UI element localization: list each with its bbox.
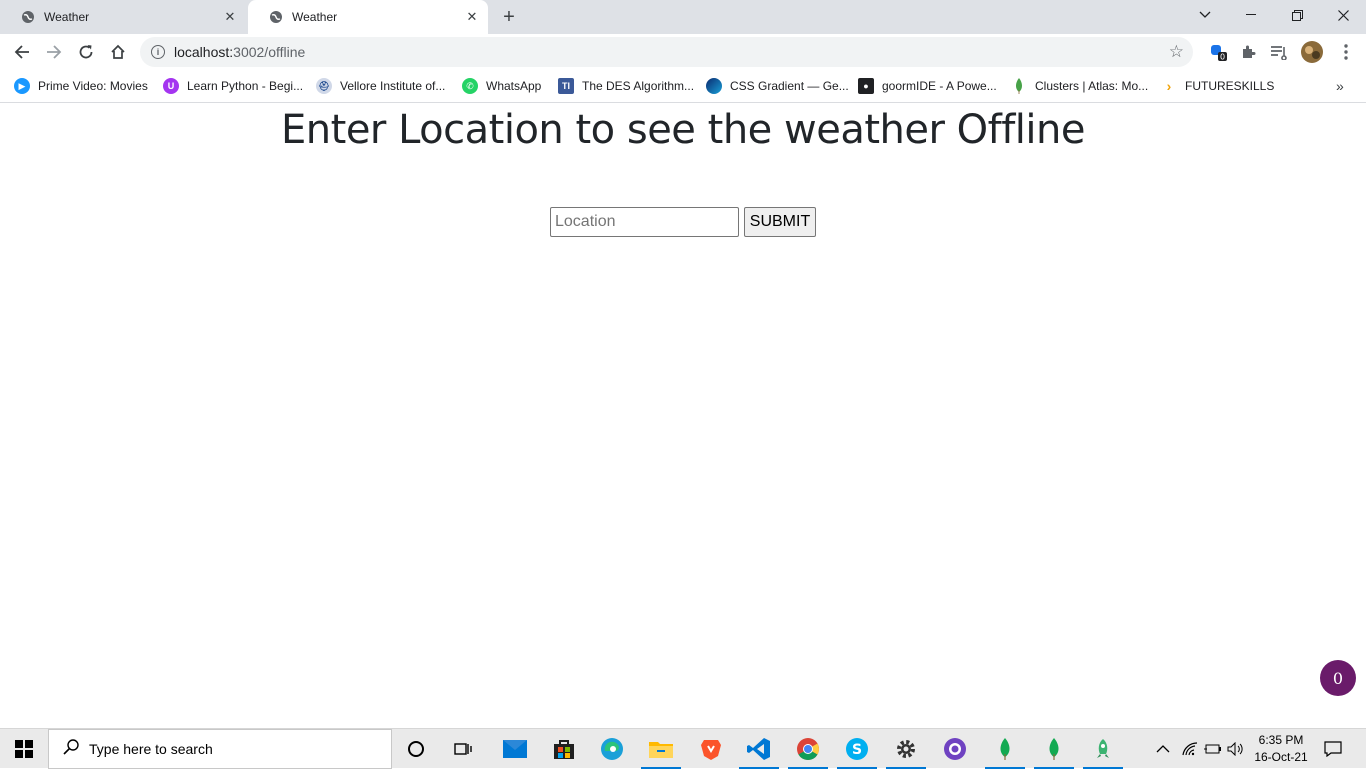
forward-arrow-icon[interactable] [40, 38, 68, 66]
settings-gear-icon[interactable] [883, 733, 929, 769]
bookmark-css-gradient[interactable]: CSS Gradient — Ge... [706, 76, 849, 96]
bookmark-whatsapp[interactable]: ✆ WhatsApp [462, 76, 541, 96]
reading-list-icon[interactable] [1267, 40, 1291, 64]
bookmark-futureskills[interactable]: › FUTURESKILLS [1161, 76, 1275, 96]
search-placeholder: Type here to search [89, 741, 213, 757]
bookmark-atlas-clusters[interactable]: Clusters | Atlas: Mo... [1011, 76, 1148, 96]
mail-icon[interactable] [492, 733, 538, 765]
browser-menu-icon[interactable] [1334, 40, 1358, 64]
restore-button[interactable] [1274, 0, 1320, 30]
svg-text:0: 0 [1220, 53, 1225, 62]
action-center-icon[interactable] [1324, 729, 1342, 769]
windows-start-icon[interactable] [0, 729, 48, 769]
github-desktop-icon[interactable] [932, 733, 978, 765]
profile-avatar[interactable] [1300, 40, 1324, 64]
prime-video-icon: ▶ [14, 78, 30, 94]
tab-weather-2[interactable]: Weather ✕ [248, 0, 488, 34]
bookmark-des-algorithm[interactable]: TI The DES Algorithm... [558, 76, 694, 96]
bookmark-goormide[interactable]: ● goormIDE - A Powe... [858, 76, 997, 96]
close-window-button[interactable] [1320, 0, 1366, 30]
clock-time: 6:35 PM [1258, 733, 1304, 747]
url-text: localhost:3002/offline [174, 44, 306, 60]
search-icon [63, 738, 79, 760]
mongodb-compass-icon[interactable] [982, 733, 1028, 769]
task-view-icon[interactable] [440, 733, 486, 765]
skype-icon[interactable]: S [834, 733, 880, 769]
tab-strip: Weather ✕ Weather ✕ + [0, 0, 1366, 34]
bookmark-learn-python[interactable]: U Learn Python - Begi... [163, 76, 303, 96]
file-explorer-icon[interactable] [638, 733, 684, 769]
cortana-icon[interactable] [393, 733, 439, 765]
brave-icon[interactable] [688, 733, 734, 765]
show-hidden-icons-chevron-icon[interactable] [1156, 729, 1170, 769]
wifi-icon[interactable] [1182, 729, 1198, 769]
vit-icon: ⛑ [316, 78, 332, 94]
clock-date: 16-Oct-21 [1254, 750, 1308, 764]
bookmarks-bar: ▶ Prime Video: Movies U Learn Python - B… [0, 70, 1366, 103]
close-tab-icon[interactable]: ✕ [220, 7, 240, 27]
futureskills-icon: › [1166, 78, 1172, 94]
windows-taskbar: Type here to search S 6:35 PM 16-Oct-21 [0, 728, 1366, 769]
globe-icon [268, 9, 284, 25]
extension-icon[interactable]: 0 [1206, 40, 1230, 64]
notification-badge[interactable]: 0 [1320, 660, 1356, 696]
taskbar-search-box[interactable]: Type here to search [48, 729, 392, 769]
chrome-icon[interactable] [785, 733, 831, 769]
volume-icon[interactable] [1227, 729, 1243, 769]
minimize-button[interactable] [1228, 0, 1274, 30]
whatsapp-icon: ✆ [462, 78, 478, 94]
home-icon[interactable] [104, 38, 132, 66]
edge-icon[interactable] [589, 733, 635, 765]
mongodb-compass-icon-2[interactable] [1031, 733, 1077, 769]
tab-search-chevron-icon[interactable] [1182, 0, 1228, 30]
browser-toolbar: i localhost:3002/offline ☆ 0 [0, 34, 1366, 70]
store-icon[interactable] [541, 733, 587, 765]
bookmark-star-icon[interactable]: ☆ [1169, 42, 1184, 62]
vscode-icon[interactable] [736, 733, 782, 769]
browser-window-frame: Weather ✕ Weather ✕ + i localhost:3002/o… [0, 0, 1366, 103]
globe-icon [20, 9, 36, 25]
bookmark-prime-video[interactable]: ▶ Prime Video: Movies [14, 76, 148, 96]
back-arrow-icon[interactable] [8, 38, 36, 66]
learn-python-icon: U [163, 78, 179, 94]
goorm-icon: ● [858, 78, 874, 94]
svg-text:S: S [852, 742, 862, 758]
rocket-app-icon[interactable] [1080, 733, 1126, 769]
submit-button[interactable]: SUBMIT [744, 207, 816, 237]
more-bookmarks-chevron-icon[interactable]: » [1336, 76, 1344, 96]
bookmark-vit[interactable]: ⛑ Vellore Institute of... [316, 76, 445, 96]
tab-weather-1[interactable]: Weather ✕ [0, 0, 246, 34]
system-clock[interactable]: 6:35 PM 16-Oct-21 [1248, 732, 1314, 766]
css-gradient-icon [706, 78, 722, 94]
tab-title: Weather [44, 10, 90, 24]
battery-icon[interactable] [1203, 729, 1221, 769]
tab-title: Weather [292, 10, 338, 24]
address-bar[interactable]: i localhost:3002/offline ☆ [140, 37, 1193, 67]
tutorialspoint-icon: TI [558, 78, 574, 94]
page-content: Enter Location to see the weather Offlin… [0, 103, 1366, 728]
mongodb-leaf-icon [1011, 78, 1027, 94]
extensions-puzzle-icon[interactable] [1236, 40, 1260, 64]
reload-icon[interactable] [72, 38, 100, 66]
close-tab-icon[interactable]: ✕ [462, 7, 482, 27]
location-input[interactable] [550, 207, 739, 237]
new-tab-button[interactable]: + [497, 5, 521, 29]
site-info-icon[interactable]: i [151, 45, 165, 59]
page-title: Enter Location to see the weather Offlin… [281, 107, 1085, 153]
